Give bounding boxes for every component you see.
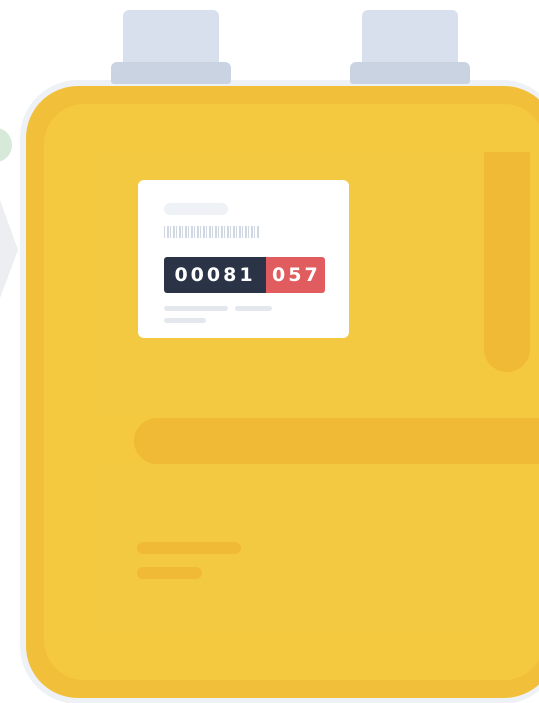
middle-groove [134,418,539,464]
gas-meter-illustration: 00081 057 [0,0,539,703]
meter-label-card: 00081 057 [138,180,349,338]
label-title-placeholder [164,203,228,215]
background-green-blob [0,128,12,162]
body-text-placeholder [137,567,202,579]
label-line-placeholder [164,306,228,311]
counter-fraction-digits: 057 [266,257,325,293]
body-text-placeholder [137,542,241,554]
barcode-icon [164,226,260,238]
right-groove [484,152,530,372]
label-line-placeholder [164,318,206,323]
label-line-placeholder [235,306,272,311]
background-grey-shape [0,200,18,298]
counter-whole-digits: 00081 [164,257,266,293]
meter-counter: 00081 057 [164,257,325,293]
